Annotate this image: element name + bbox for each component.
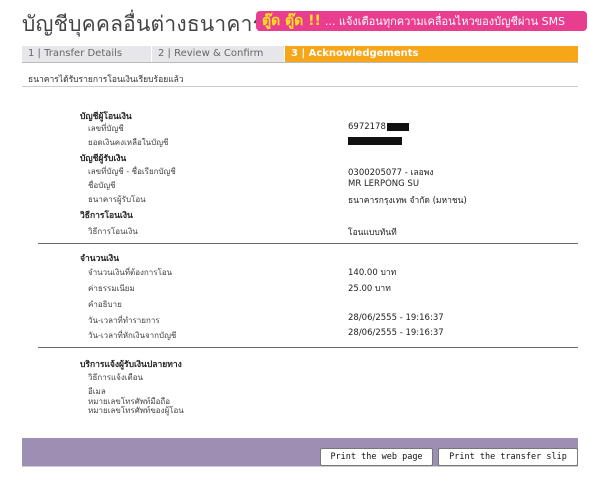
from-balance-label: ยอดเงินคงเหลือในบัญชี bbox=[88, 138, 169, 147]
divider bbox=[22, 466, 578, 467]
from-account-value: 6972178 bbox=[348, 122, 409, 132]
divider bbox=[22, 62, 578, 63]
from-account-number: 6972178 bbox=[348, 122, 386, 132]
method-label: วิธีการโอนเงิน bbox=[88, 227, 138, 236]
step-review-confirm: 2 | Review & Confirm bbox=[152, 46, 285, 62]
section-amount-heading: จำนวนเงิน bbox=[80, 254, 120, 264]
fee-value: 25.00 บาท bbox=[348, 284, 391, 294]
from-account-label: เลขที่บัญชี bbox=[88, 124, 124, 133]
from-balance-value bbox=[348, 136, 402, 146]
to-bank-value: ธนาคารกรุงเทพ จำกัด (มหาชน) bbox=[348, 196, 467, 206]
method-value: โอนแบบทันที bbox=[348, 228, 397, 238]
debit-date-value: 28/06/2555 - 19:16:37 bbox=[348, 328, 444, 338]
amount-value: 140.00 บาท bbox=[348, 268, 397, 278]
page-title: บัญชีบุคคลอื่นต่างธนาคาร bbox=[22, 12, 265, 36]
section-from-heading: บัญชีผู้โอนเงิน bbox=[80, 112, 132, 122]
section-notify-heading: บริการแจ้งผู้รับเงินปลายทาง bbox=[80, 360, 182, 370]
to-name-label: ชื่อบัญชี bbox=[88, 181, 116, 190]
sms-promo-banner[interactable]: ตู๊ด ตู๊ด !!... แจ้งเตือนทุกความเคลื่อนไ… bbox=[256, 11, 587, 31]
transaction-date-value: 28/06/2555 - 19:16:37 bbox=[348, 313, 444, 323]
notify-method-label: วิธีการแจ้งเตือน bbox=[88, 373, 143, 382]
section-to-heading: บัญชีผู้รับเงิน bbox=[80, 154, 127, 164]
to-bank-label: ธนาคารผู้รับโอน bbox=[88, 195, 146, 204]
to-account-value: 0300205077 - เลอพง bbox=[348, 168, 434, 178]
step-indicator: 1 | Transfer Details 2 | Review & Confir… bbox=[22, 46, 578, 62]
transfer-summary-panel: บัญชีผู้โอนเงิน เลขที่บัญชี 6972178 ยอดเ… bbox=[22, 86, 578, 437]
step-acknowledgements: 3 | Acknowledgements bbox=[285, 46, 578, 62]
fee-label: ค่าธรรมเนียม bbox=[88, 284, 135, 293]
notify-sender-mobile-label: หมายเลขโทรศัพท์ของผู้โอน bbox=[88, 406, 184, 415]
banner-text: ... แจ้งเตือนทุกความเคลื่อนไหวของบัญชีผ่… bbox=[324, 15, 566, 28]
section-divider bbox=[38, 243, 578, 244]
redaction-block bbox=[386, 122, 409, 131]
banner-highlight: ตู๊ด ตู๊ด !! bbox=[262, 13, 321, 29]
description-label: คำอธิบาย bbox=[88, 300, 122, 309]
print-slip-button[interactable]: Print the transfer slip bbox=[438, 448, 578, 466]
step-transfer-details: 1 | Transfer Details bbox=[22, 46, 152, 62]
to-account-label: เลขที่บัญชี - ชื่อเรียกบัญชี bbox=[88, 167, 176, 176]
success-notice: ธนาคารได้รับรายการโอนเงินเรียบร้อยแล้ว bbox=[28, 75, 184, 85]
debit-date-label: วัน-เวลาที่หักเงินจากบัญชี bbox=[88, 331, 177, 340]
to-name-value: MR LERPONG SU bbox=[348, 179, 420, 189]
section-divider bbox=[38, 347, 578, 348]
section-method-heading: วิธีการโอนเงิน bbox=[80, 211, 133, 221]
transaction-date-label: วัน-เวลาที่ทำรายการ bbox=[88, 316, 160, 325]
redaction-block bbox=[348, 136, 402, 145]
amount-label: จำนวนเงินที่ต้องการโอน bbox=[88, 268, 173, 277]
page-header: บัญชีบุคคลอื่นต่างธนาคาร ตู๊ด ตู๊ด !!...… bbox=[0, 0, 589, 40]
print-page-button[interactable]: Print the web page bbox=[320, 448, 433, 466]
